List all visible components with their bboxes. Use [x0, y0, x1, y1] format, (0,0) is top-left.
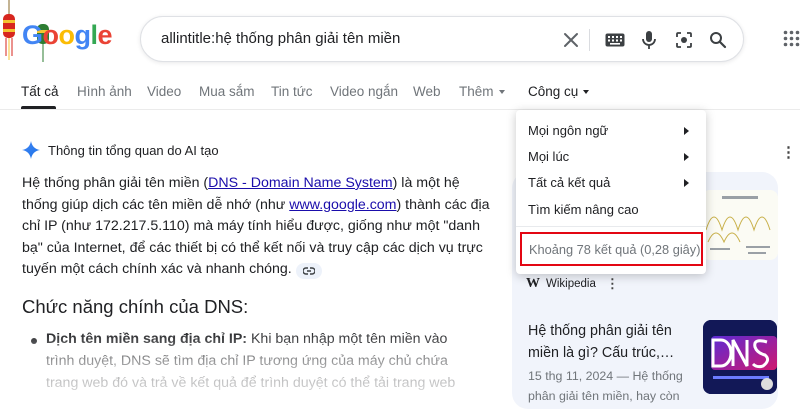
chevron-right-icon	[684, 179, 689, 187]
menu-item-time[interactable]: Mọi lúc	[528, 149, 569, 164]
mic-icon[interactable]	[637, 28, 661, 52]
active-tab-indicator	[21, 106, 56, 109]
dns-link[interactable]: DNS - Domain Name System	[208, 175, 392, 191]
chevron-down-icon	[583, 90, 590, 94]
source-link-button[interactable]	[295, 263, 322, 280]
ai-sparkle-icon	[22, 141, 40, 159]
lens-icon[interactable]	[672, 28, 696, 52]
bullet-title: Dịch tên miền sang địa chỉ IP:	[46, 331, 248, 347]
source-card-snippet: 15 thg 11, 2024 — Hệ thống phân giải tên…	[528, 369, 683, 403]
tab-more-label: Thêm	[459, 84, 494, 99]
menu-item-language[interactable]: Mọi ngôn ngữ	[528, 123, 608, 138]
lantern-icon	[3, 0, 15, 60]
tab-all[interactable]: Tất cả	[21, 84, 59, 99]
tab-videos[interactable]: Video	[147, 84, 181, 99]
tab-images[interactable]: Hình ảnh	[77, 84, 132, 99]
bullet-icon	[31, 338, 37, 344]
result-stats: Khoảng 78 kết quả (0,28 giây)	[529, 242, 701, 257]
tab-shopping[interactable]: Mua sắm	[199, 84, 255, 99]
chevron-right-icon	[684, 153, 689, 161]
tab-more[interactable]: Thêm	[459, 84, 505, 99]
tab-tools[interactable]: Công cụ	[528, 84, 590, 99]
google-logo[interactable]: Google	[0, 0, 113, 70]
search-input[interactable]: allintitle:hệ thống phân giải tên miền	[161, 30, 400, 47]
tab-short-videos[interactable]: Video ngắn	[330, 84, 398, 99]
google-link[interactable]: www.google.com	[289, 197, 396, 213]
source-name: Wikipedia	[546, 278, 596, 290]
link-icon	[302, 267, 315, 276]
chevron-down-icon	[498, 90, 505, 94]
search-divider	[589, 29, 590, 51]
logo-text: Google	[22, 20, 113, 50]
dns-thumbnail[interactable]	[703, 320, 777, 394]
dns-diagram-thumbnail[interactable]	[702, 190, 778, 260]
para-text: Hệ thống phân giải tên miền (	[22, 175, 209, 191]
search-box[interactable]: allintitle:hệ thống phân giải tên miền	[140, 16, 744, 62]
result-stats-highlight: Khoảng 78 kết quả (0,28 giây)	[520, 232, 703, 266]
diagram-image	[702, 190, 778, 260]
ai-overview-header: Thông tin tổng quan do AI tạo	[22, 140, 219, 160]
tab-tools-label: Công cụ	[528, 84, 579, 99]
menu-item-advanced-search[interactable]: Tìm kiếm nâng cao	[528, 202, 639, 217]
bullet-item: Dịch tên miền sang địa chỉ IP: Khi bạn n…	[46, 329, 466, 394]
menu-item-results[interactable]: Tất cả kết quả	[528, 175, 610, 190]
close-icon[interactable]	[559, 28, 583, 52]
menu-divider	[516, 226, 706, 227]
more-options-icon[interactable]: ⋮	[606, 276, 619, 292]
search-tabs: Tất cả Hình ảnh Video Mua sắm Tin tức Vi…	[0, 76, 800, 110]
section-heading: Chức năng chính của DNS:	[22, 296, 249, 317]
more-options-icon[interactable]: ⋮	[781, 143, 796, 161]
wikipedia-icon: W	[526, 276, 540, 291]
source-wikipedia[interactable]: W Wikipedia ⋮	[526, 276, 619, 292]
ai-overview-title: Thông tin tổng quan do AI tạo	[48, 142, 219, 158]
source-card-title[interactable]: Hệ thống phân giải tên miền là gì? Cấu t…	[528, 320, 698, 364]
tab-news[interactable]: Tin tức	[271, 84, 313, 99]
apps-grid-icon[interactable]	[783, 30, 800, 47]
search-icon[interactable]	[706, 28, 730, 52]
tab-web[interactable]: Web	[413, 84, 441, 99]
dns-image	[703, 320, 777, 394]
ai-overview-paragraph: Hệ thống phân giải tên miền (DNS - Domai…	[22, 173, 492, 281]
keyboard-icon[interactable]	[603, 28, 627, 52]
chevron-right-icon	[684, 127, 689, 135]
